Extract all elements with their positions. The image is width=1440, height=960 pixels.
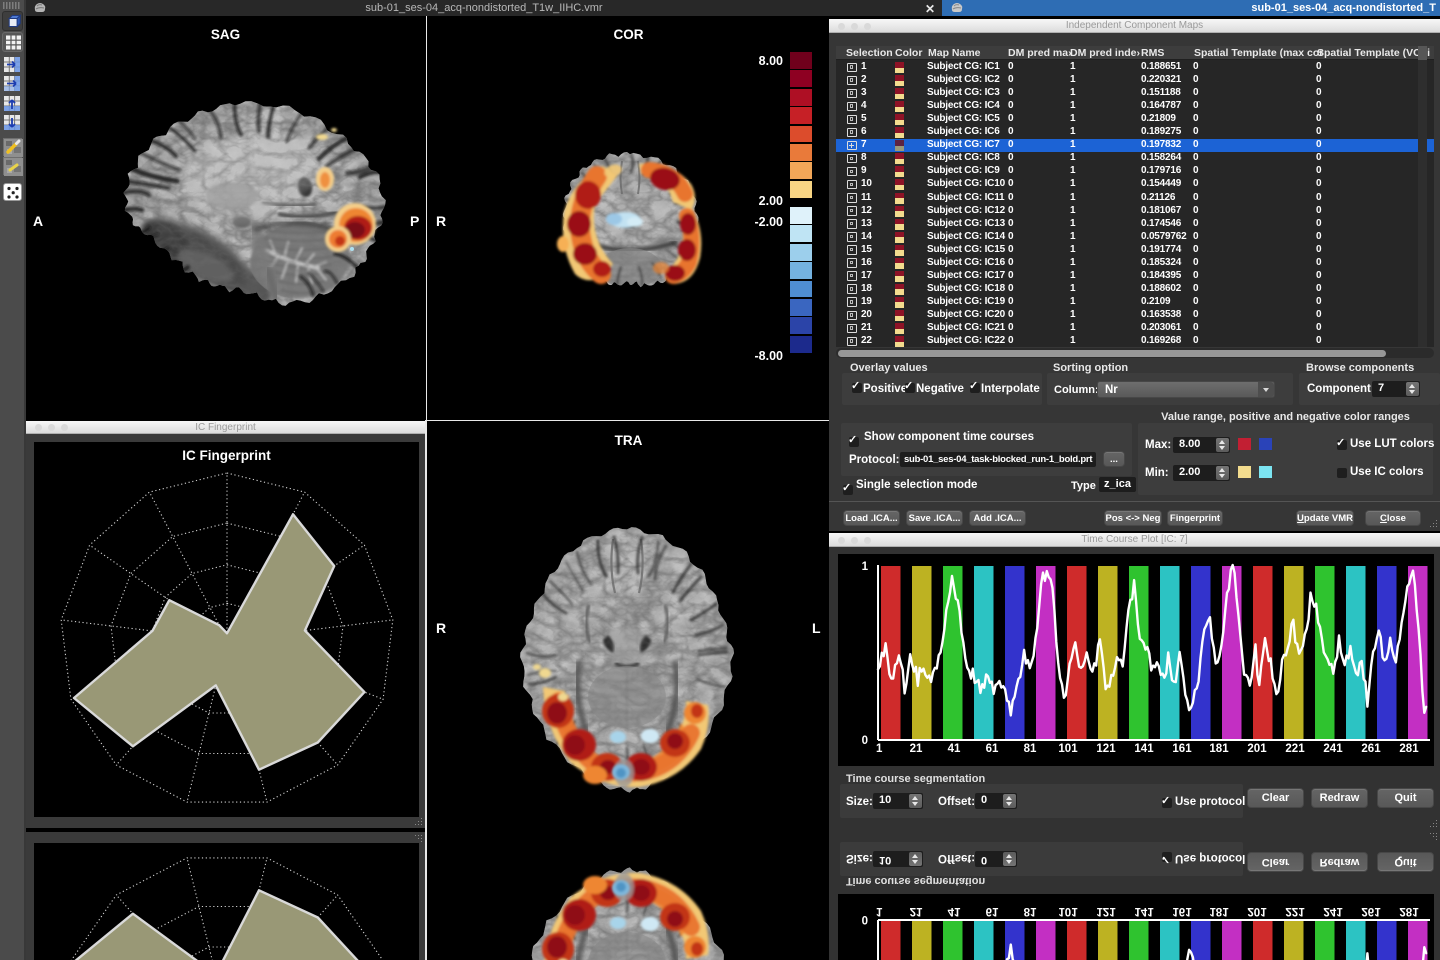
- svg-text:1: 1: [876, 743, 883, 755]
- svg-text:201: 201: [1247, 905, 1267, 917]
- svg-text:201: 201: [1247, 743, 1267, 755]
- svg-text:81: 81: [1024, 905, 1037, 917]
- svg-text:281: 281: [1399, 743, 1419, 755]
- svg-text:1: 1: [876, 905, 883, 917]
- svg-text:21: 21: [910, 743, 923, 755]
- svg-text:121: 121: [1096, 905, 1116, 917]
- svg-text:261: 261: [1361, 905, 1381, 917]
- svg-text:141: 141: [1134, 905, 1154, 917]
- svg-text:81: 81: [1024, 743, 1037, 755]
- svg-text:0: 0: [862, 913, 868, 925]
- svg-text:61: 61: [986, 743, 999, 755]
- svg-text:41: 41: [948, 743, 961, 755]
- svg-text:241: 241: [1323, 743, 1343, 755]
- svg-text:261: 261: [1361, 743, 1381, 755]
- svg-text:181: 181: [1209, 743, 1229, 755]
- svg-text:161: 161: [1172, 743, 1192, 755]
- svg-text:61: 61: [986, 905, 999, 917]
- svg-text:21: 21: [910, 905, 923, 917]
- svg-text:281: 281: [1399, 905, 1419, 917]
- svg-text:221: 221: [1285, 905, 1305, 917]
- svg-text:181: 181: [1209, 905, 1229, 917]
- svg-text:0: 0: [862, 735, 868, 747]
- svg-text:241: 241: [1323, 905, 1343, 917]
- svg-text:221: 221: [1285, 743, 1305, 755]
- svg-text:101: 101: [1058, 905, 1078, 917]
- svg-text:161: 161: [1172, 905, 1192, 917]
- svg-text:1: 1: [862, 561, 869, 573]
- svg-text:121: 121: [1096, 743, 1116, 755]
- svg-text:101: 101: [1058, 743, 1078, 755]
- svg-text:41: 41: [948, 905, 961, 917]
- svg-text:141: 141: [1134, 743, 1154, 755]
